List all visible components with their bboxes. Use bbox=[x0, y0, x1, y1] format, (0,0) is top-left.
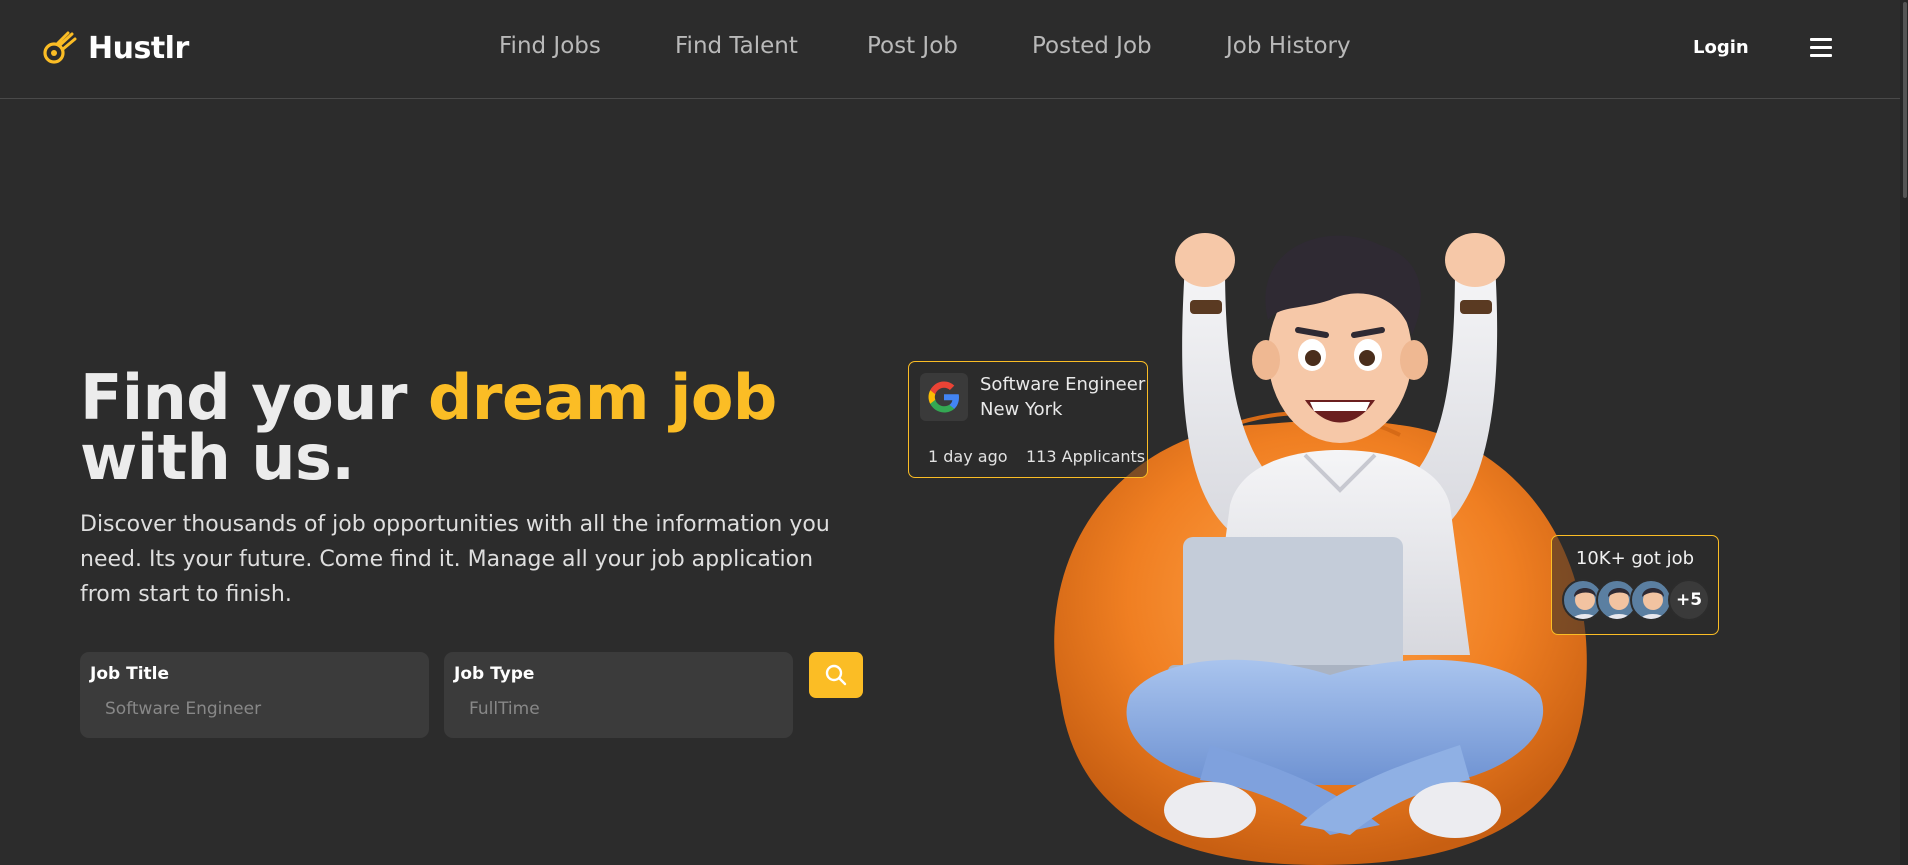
job-type-input[interactable] bbox=[469, 699, 769, 719]
hired-stat-text: 10K+ got job bbox=[1575, 548, 1695, 569]
job-card-applicants: 113 Applicants bbox=[1026, 447, 1146, 466]
job-title-label: Job Title bbox=[90, 664, 169, 684]
site-header: Hustlr Find Jobs Find Talent Post Job Po… bbox=[0, 0, 1908, 99]
google-logo-icon bbox=[920, 373, 968, 421]
search-button[interactable] bbox=[809, 652, 863, 698]
avatar bbox=[1630, 579, 1672, 621]
avatar-more-count: +5 bbox=[1668, 579, 1710, 621]
job-card-location: New York bbox=[980, 399, 1063, 420]
headline-text-end: with us. bbox=[80, 421, 355, 494]
hero-description: Discover thousands of job opportunities … bbox=[80, 512, 830, 607]
job-title-field[interactable]: Job Title bbox=[80, 652, 429, 738]
job-type-field[interactable]: Job Type bbox=[444, 652, 793, 738]
job-card-posted: 1 day ago bbox=[928, 447, 1008, 466]
hero-character-illustration bbox=[1054, 233, 1587, 865]
google-g-icon bbox=[928, 381, 959, 413]
hired-stat-card: 10K+ got job +5 bbox=[1551, 535, 1719, 635]
login-link[interactable]: Login bbox=[1693, 37, 1749, 58]
job-type-label: Job Type bbox=[454, 664, 535, 684]
featured-job-card[interactable]: Software Engineer New York 1 day ago 113… bbox=[908, 361, 1148, 478]
headline-accent: dream job bbox=[428, 361, 777, 434]
search-icon bbox=[825, 664, 847, 686]
job-title-input[interactable] bbox=[105, 699, 405, 719]
scrollbar-thumb[interactable] bbox=[1903, 2, 1907, 198]
main-nav: Find Jobs Find Talent Post Job Posted Jo… bbox=[0, 33, 1908, 63]
hero-headline: Find your dream job with us. bbox=[80, 367, 880, 489]
nav-find-jobs[interactable]: Find Jobs bbox=[499, 33, 601, 59]
nav-job-history[interactable]: Job History bbox=[1226, 33, 1351, 59]
nav-posted-job[interactable]: Posted Job bbox=[1032, 33, 1152, 59]
hamburger-menu-icon[interactable] bbox=[1810, 38, 1836, 60]
nav-find-talent[interactable]: Find Talent bbox=[675, 33, 798, 59]
job-card-title: Software Engineer bbox=[980, 374, 1146, 395]
nav-post-job[interactable]: Post Job bbox=[867, 33, 958, 59]
